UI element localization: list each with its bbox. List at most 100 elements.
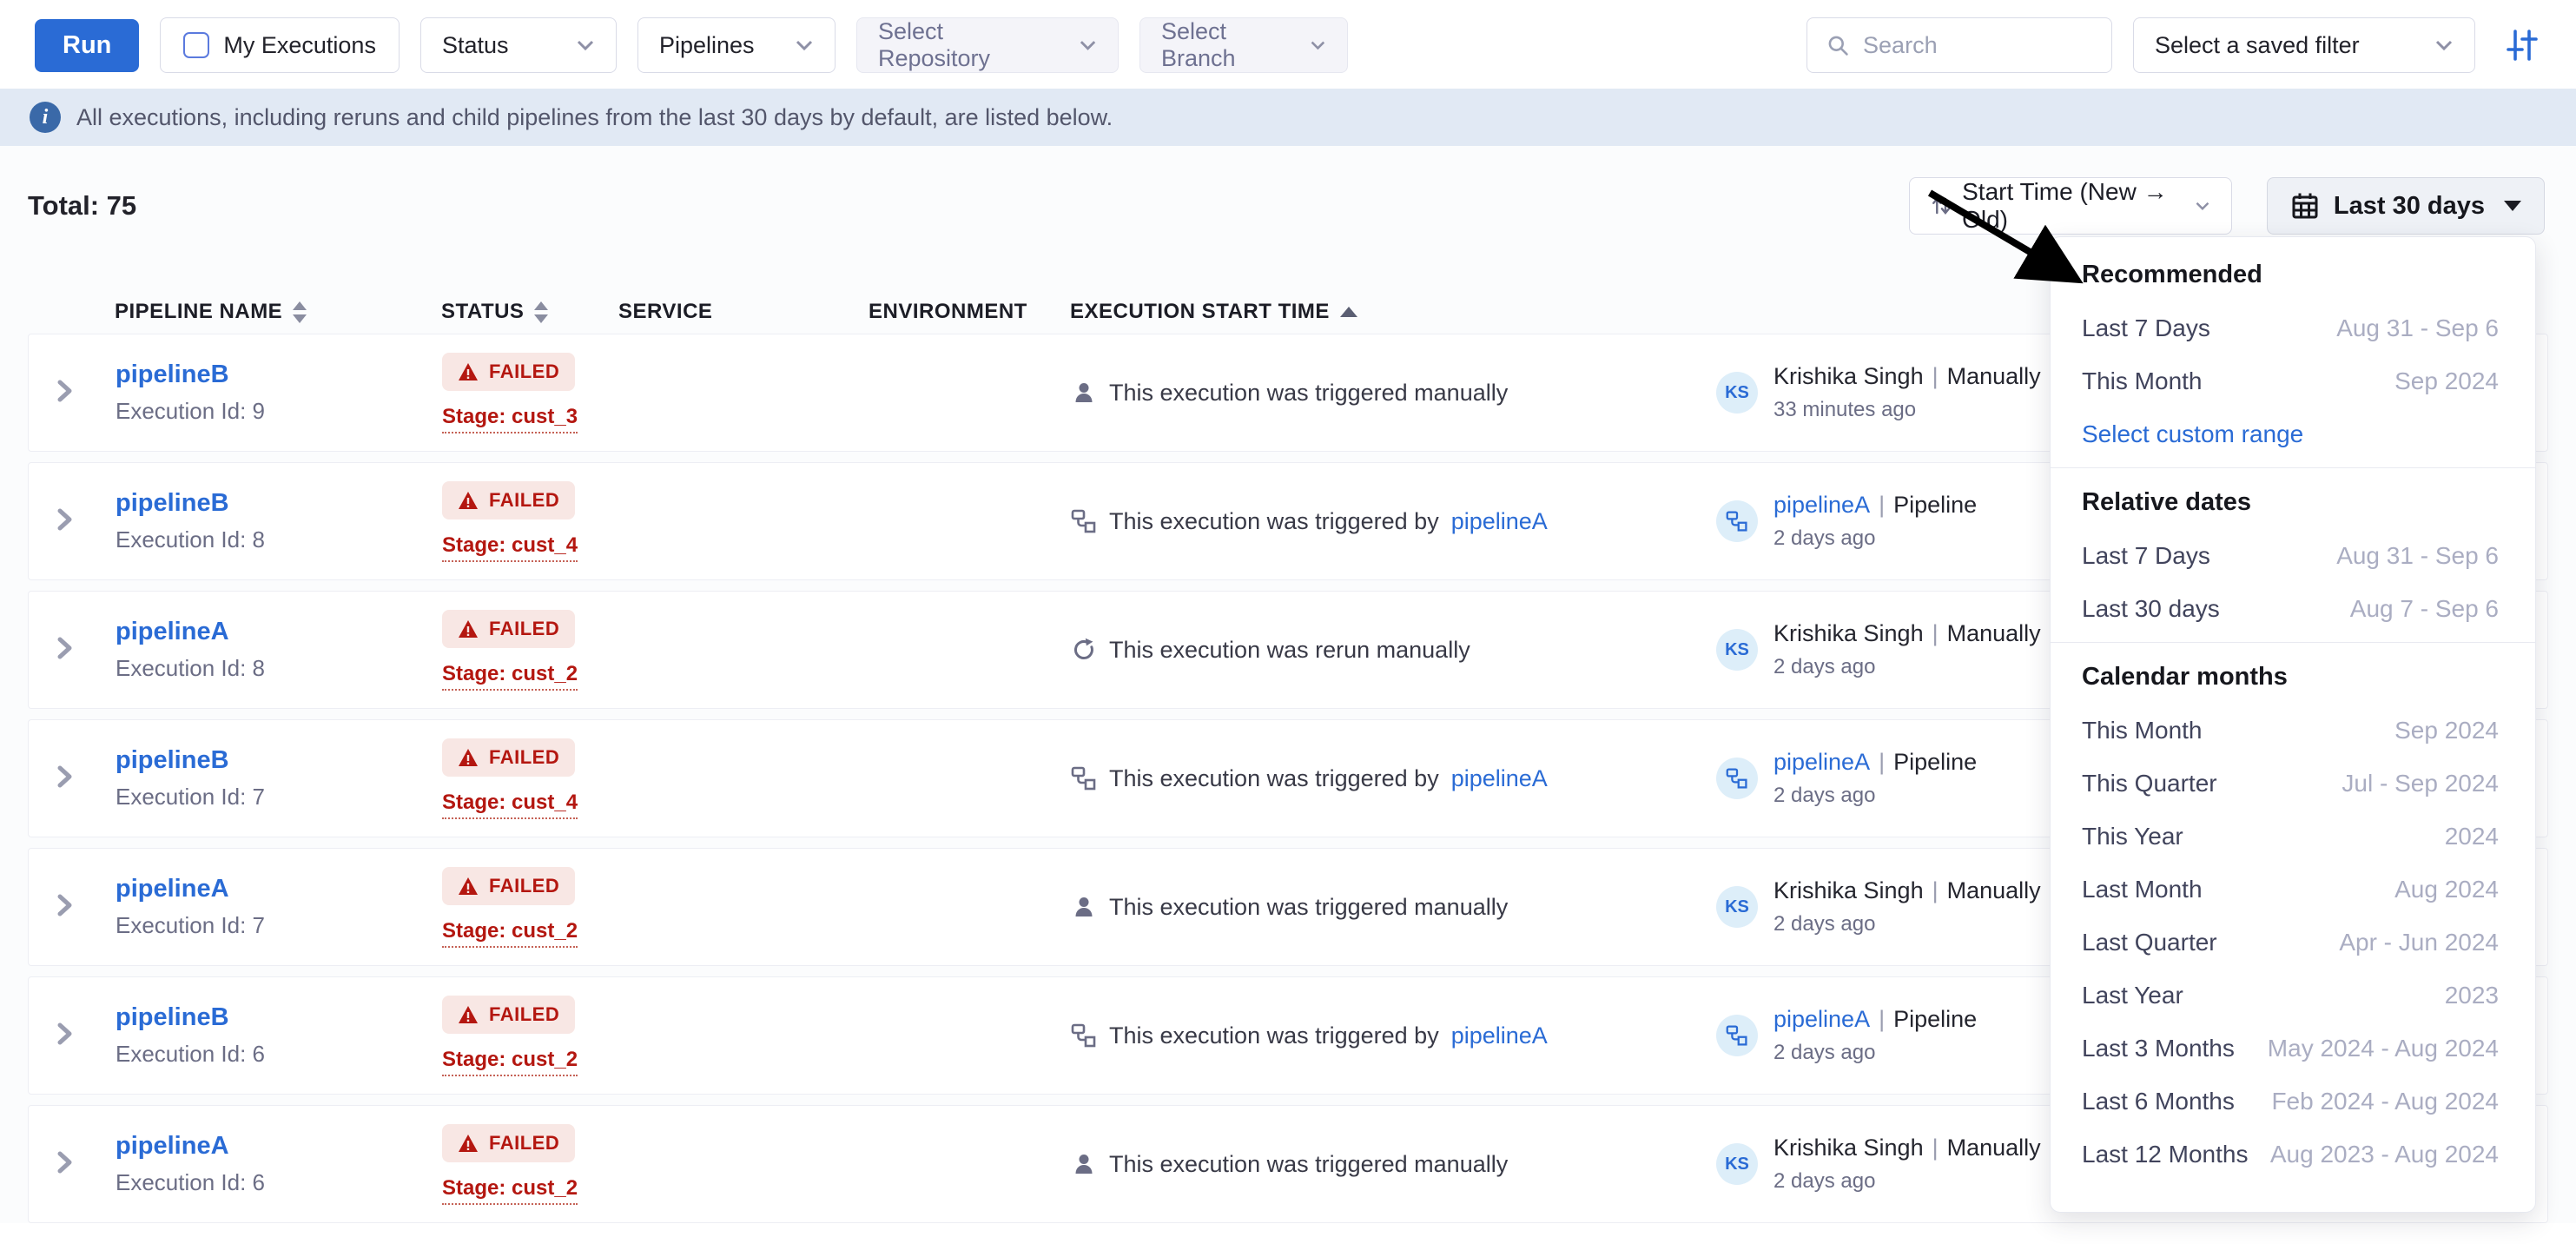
saved-filter-select[interactable]: Select a saved filter bbox=[2133, 17, 2475, 73]
date-range-option-select-custom-range[interactable]: Select custom range bbox=[2051, 407, 2535, 460]
date-range-option-last-3-months[interactable]: Last 3 MonthsMay 2024 - Aug 2024 bbox=[2051, 1022, 2535, 1075]
pipeline-name-link[interactable]: pipelineA bbox=[116, 875, 229, 903]
triggered-by-pipeline-link[interactable]: pipelineA bbox=[1773, 492, 1870, 518]
expand-chevron-icon[interactable] bbox=[51, 635, 77, 661]
failed-stage-link[interactable]: Stage: cust_4 bbox=[442, 533, 578, 562]
option-date-range: 2023 bbox=[2445, 982, 2499, 1009]
date-range-option-last-year[interactable]: Last Year2023 bbox=[2051, 969, 2535, 1022]
warning-icon bbox=[458, 1134, 479, 1153]
select-branch-label: Select Branch bbox=[1161, 18, 1285, 72]
pipeline-trigger-icon bbox=[1071, 765, 1097, 791]
menu-divider bbox=[2051, 467, 2535, 468]
sort-both-icon[interactable] bbox=[534, 301, 548, 323]
failed-stage-link[interactable]: Stage: cust_2 bbox=[442, 662, 578, 691]
date-range-option-last-7-days[interactable]: Last 7 DaysAug 31 - Sep 6 bbox=[2051, 529, 2535, 582]
search-box[interactable] bbox=[1807, 17, 2112, 73]
date-range-option-last-12-months[interactable]: Last 12 MonthsAug 2023 - Aug 2024 bbox=[2051, 1128, 2535, 1181]
select-repository-label: Select Repository bbox=[878, 18, 1054, 72]
user-icon bbox=[1071, 894, 1097, 920]
expand-chevron-icon[interactable] bbox=[51, 506, 77, 533]
time-ago: 2 days ago bbox=[1773, 912, 2041, 936]
select-branch-select[interactable]: Select Branch bbox=[1139, 17, 1348, 73]
pipeline-avatar bbox=[1716, 758, 1758, 799]
status-badge: FAILED bbox=[442, 996, 575, 1034]
failed-stage-link[interactable]: Stage: cust_4 bbox=[442, 791, 578, 819]
my-executions-checkbox[interactable] bbox=[183, 32, 209, 58]
option-date-range: Apr - Jun 2024 bbox=[2339, 929, 2499, 956]
my-executions-toggle[interactable]: My Executions bbox=[160, 17, 400, 73]
pipeline-icon bbox=[1726, 1024, 1748, 1047]
option-date-range: Aug 2023 - Aug 2024 bbox=[2270, 1141, 2499, 1168]
date-range-option-this-month[interactable]: This MonthSep 2024 bbox=[2051, 354, 2535, 407]
date-range-option-last-month[interactable]: Last MonthAug 2024 bbox=[2051, 863, 2535, 916]
pipeline-name-link[interactable]: pipelineB bbox=[116, 746, 229, 774]
my-executions-label: My Executions bbox=[223, 32, 376, 59]
status-badge: FAILED bbox=[442, 1124, 575, 1162]
status-badge-label: FAILED bbox=[489, 875, 559, 897]
trigger-type: Pipeline bbox=[1893, 749, 1977, 775]
triggered-by-line: Krishika Singh|Manually bbox=[1773, 877, 2041, 904]
trigger-type: Pipeline bbox=[1893, 492, 1977, 518]
triggered-by-pipeline-link[interactable]: pipelineA bbox=[1773, 749, 1870, 775]
filter-settings-icon[interactable] bbox=[2503, 26, 2541, 64]
user-icon bbox=[1071, 380, 1097, 406]
column-header-status[interactable]: STATUS bbox=[441, 300, 618, 324]
option-date-range: May 2024 - Aug 2024 bbox=[2268, 1035, 2499, 1062]
pipeline-name-link[interactable]: pipelineB bbox=[116, 361, 229, 388]
status-filter-select[interactable]: Status bbox=[420, 17, 617, 73]
select-repository-select[interactable]: Select Repository bbox=[856, 17, 1119, 73]
sort-select[interactable]: Start Time (New → Old) bbox=[1909, 177, 2232, 235]
pipelines-filter-label: Pipelines bbox=[659, 32, 755, 59]
trigger-info: This execution was triggered manually bbox=[1071, 894, 1716, 921]
column-header-label: PIPELINE NAME bbox=[115, 300, 282, 324]
separator: | bbox=[1870, 1006, 1893, 1032]
trigger-pipeline-link[interactable]: pipelineA bbox=[1451, 508, 1548, 535]
date-range-button[interactable]: Last 30 days bbox=[2267, 177, 2545, 235]
trigger-pipeline-link[interactable]: pipelineA bbox=[1451, 765, 1548, 792]
trigger-type: Pipeline bbox=[1893, 1006, 1977, 1032]
pipelines-filter-select[interactable]: Pipelines bbox=[637, 17, 836, 73]
search-input[interactable] bbox=[1861, 31, 2092, 60]
expand-chevron-icon[interactable] bbox=[51, 892, 77, 918]
pipeline-name-link[interactable]: pipelineA bbox=[116, 1132, 229, 1160]
date-range-option-last-7-days[interactable]: Last 7 DaysAug 31 - Sep 6 bbox=[2051, 301, 2535, 354]
summary-row: Total: 75 Start Time (New → Old) bbox=[28, 146, 2548, 235]
date-range-option-last-quarter[interactable]: Last QuarterApr - Jun 2024 bbox=[2051, 916, 2535, 969]
triggered-by-pipeline-link[interactable]: pipelineA bbox=[1773, 1006, 1870, 1032]
date-range-option-this-month[interactable]: This MonthSep 2024 bbox=[2051, 704, 2535, 757]
failed-stage-link[interactable]: Stage: cust_2 bbox=[442, 1176, 578, 1205]
failed-stage-link[interactable]: Stage: cust_3 bbox=[442, 405, 578, 433]
warning-icon bbox=[458, 491, 479, 510]
expand-chevron-icon[interactable] bbox=[51, 378, 77, 404]
expand-chevron-icon[interactable] bbox=[51, 1021, 77, 1047]
date-range-option-this-year[interactable]: This Year2024 bbox=[2051, 810, 2535, 863]
pipeline-name-link[interactable]: pipelineB bbox=[116, 489, 229, 517]
column-header-pipeline-name[interactable]: PIPELINE NAME bbox=[115, 300, 441, 324]
date-range-option-this-quarter[interactable]: This QuarterJul - Sep 2024 bbox=[2051, 757, 2535, 810]
run-button[interactable]: Run bbox=[35, 19, 139, 72]
option-date-range: Jul - Sep 2024 bbox=[2342, 770, 2499, 797]
pipeline-name-link[interactable]: pipelineB bbox=[116, 1003, 229, 1031]
expand-chevron-icon[interactable] bbox=[51, 1149, 77, 1175]
execution-id: Execution Id: 6 bbox=[116, 1041, 442, 1068]
failed-stage-link[interactable]: Stage: cust_2 bbox=[442, 1048, 578, 1076]
failed-stage-link[interactable]: Stage: cust_2 bbox=[442, 919, 578, 948]
warning-icon bbox=[458, 877, 479, 896]
status-badge-label: FAILED bbox=[489, 1003, 559, 1026]
sort-ascending-icon[interactable] bbox=[1340, 307, 1357, 317]
date-range-option-last-6-months[interactable]: Last 6 MonthsFeb 2024 - Aug 2024 bbox=[2051, 1075, 2535, 1128]
column-header-execution-start-time[interactable]: EXECUTION START TIME bbox=[1070, 300, 1715, 324]
expand-chevron-icon[interactable] bbox=[51, 764, 77, 790]
option-label: Last 6 Months bbox=[2082, 1088, 2235, 1115]
time-ago: 2 days ago bbox=[1773, 526, 1977, 551]
triggered-by-name: Krishika Singh bbox=[1773, 620, 1924, 646]
column-header-label: SERVICE bbox=[618, 300, 712, 324]
user-avatar: KS bbox=[1716, 372, 1758, 414]
pipeline-name-link[interactable]: pipelineA bbox=[116, 618, 229, 645]
sort-both-icon[interactable] bbox=[293, 301, 307, 323]
column-header-service: SERVICE bbox=[618, 300, 869, 324]
column-header-label: EXECUTION START TIME bbox=[1070, 300, 1330, 324]
trigger-pipeline-link[interactable]: pipelineA bbox=[1451, 1022, 1548, 1049]
status-badge-label: FAILED bbox=[489, 618, 559, 640]
date-range-option-last-30-days[interactable]: Last 30 daysAug 7 - Sep 6 bbox=[2051, 582, 2535, 635]
